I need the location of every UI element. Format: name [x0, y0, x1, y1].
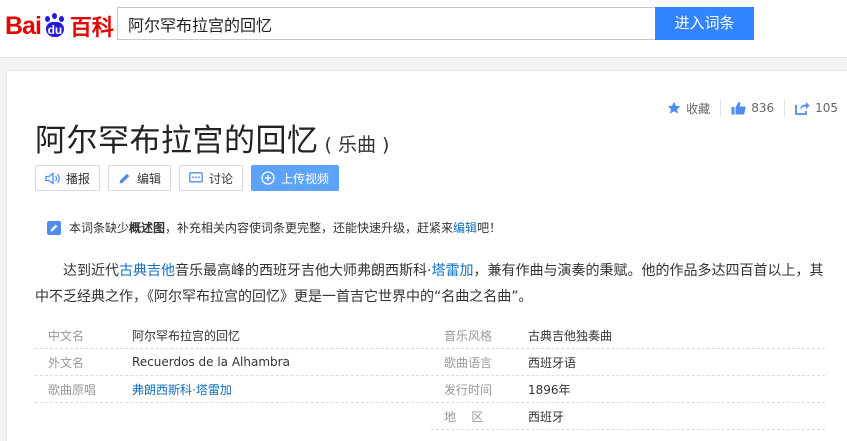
info-column-left: 中文名 阿尔罕布拉宫的回忆 外文名 Recuerdos de la Alhamb…	[35, 322, 429, 403]
info-value: 古典吉他独奏曲	[528, 328, 613, 343]
entry-card: 收藏 836 105 阿尔罕布拉宫的回忆( 乐曲 ) 播报 编辑 讨论 上传视频	[6, 70, 847, 441]
broadcast-button[interactable]: 播报	[35, 165, 101, 191]
speaker-icon	[45, 171, 60, 185]
broadcast-label: 播报	[66, 171, 91, 186]
notice-overview-image: 概述图	[129, 221, 166, 235]
info-label: 音乐风格	[444, 328, 493, 343]
info-value: Recuerdos de la Alhambra	[132, 355, 290, 369]
comment-icon	[189, 171, 203, 182]
info-row: 中文名 阿尔罕布拉宫的回忆	[35, 322, 429, 349]
thumbs-up-icon	[731, 102, 746, 115]
entry-title-main: 阿尔罕布拉宫的回忆	[35, 123, 319, 159]
info-label: 地 区	[444, 409, 484, 424]
logo-baike-text: 百科	[69, 16, 114, 41]
favorite-button[interactable]: 收藏	[657, 99, 720, 117]
notice-text-3: 吧！	[477, 221, 502, 235]
basic-info-table: 中文名 阿尔罕布拉宫的回忆 外文名 Recuerdos de la Alhamb…	[35, 322, 837, 441]
discuss-button[interactable]: 讨论	[179, 165, 244, 191]
logo-du-text: du	[45, 22, 64, 37]
edit-button[interactable]: 编辑	[108, 165, 172, 191]
share-icon	[795, 102, 810, 115]
info-label: 发行时间	[444, 382, 493, 397]
info-value: 西班牙语	[528, 355, 577, 370]
entry-actions: 收藏 836 105	[657, 99, 847, 117]
summary-text-2: 音乐最高峰的西班牙吉他大师弗朗西斯科·	[175, 263, 432, 279]
share-count: 105	[815, 101, 838, 115]
plus-circle-icon	[261, 171, 275, 185]
pencil-icon	[119, 173, 130, 183]
info-label: 歌曲语言	[444, 355, 493, 370]
baidu-baike-logo[interactable]: Bai du 百科	[5, 8, 114, 44]
favorite-label: 收藏	[686, 101, 711, 116]
edit-label: 编辑	[137, 171, 162, 186]
missing-image-notice: 本词条缺少 概述图 ，补充相关内容使词条更完整，还能快速升级，赶紧来 编辑 吧！	[47, 219, 501, 236]
notice-text-2: ，补充相关内容使词条更完整，还能快速升级，赶紧来	[165, 221, 454, 235]
search-input[interactable]	[117, 7, 655, 40]
discuss-label: 讨论	[209, 171, 234, 186]
info-value: 1896年	[528, 382, 571, 397]
info-row: 外文名 Recuerdos de la Alhambra	[35, 349, 429, 376]
star-icon	[667, 101, 681, 114]
entry-subtitle: ( 乐曲 )	[324, 134, 390, 156]
notice-edit-link[interactable]: 编辑	[453, 219, 477, 236]
upload-video-label: 上传视频	[281, 171, 330, 186]
like-button[interactable]: 836	[720, 99, 784, 117]
entry-toolbar: 播报 编辑 讨论 上传视频	[35, 165, 347, 191]
entry-title: 阿尔罕布拉宫的回忆( 乐曲 )	[35, 115, 389, 160]
info-label: 歌曲原唱	[48, 382, 97, 397]
upload-video-button[interactable]: 上传视频	[251, 165, 340, 191]
info-column-right: 音乐风格 古典吉他独奏曲 歌曲语言 西班牙语 发行时间 1896年 地 区 西班…	[431, 322, 825, 430]
tarrega-link[interactable]: 塔雷加	[431, 263, 473, 279]
paw-icon: du	[42, 13, 68, 39]
like-count: 836	[751, 101, 775, 115]
enter-entry-button[interactable]: 进入词条	[655, 7, 754, 40]
edit-notice-icon	[47, 220, 61, 235]
share-button[interactable]: 105	[784, 99, 847, 117]
info-row: 地 区 西班牙	[431, 403, 825, 430]
info-row: 歌曲原唱 弗朗西斯科·塔雷加	[35, 376, 429, 403]
entry-summary: 达到近代古典吉他音乐最高峰的西班牙吉他大师弗朗西斯科·塔雷加，兼有作曲与演奏的秉…	[35, 258, 835, 310]
info-label: 外文名	[48, 355, 85, 370]
info-row: 音乐风格 古典吉他独奏曲	[431, 322, 825, 349]
summary-text-1: 达到近代	[63, 263, 119, 279]
original-singer-link[interactable]: 弗朗西斯科·塔雷加	[132, 381, 232, 398]
info-row: 歌曲语言 西班牙语	[431, 349, 825, 376]
info-label: 中文名	[48, 328, 85, 343]
info-row: 发行时间 1896年	[431, 376, 825, 403]
logo-bai-text: Bai	[5, 11, 42, 40]
notice-text-1: 本词条缺少	[69, 221, 130, 235]
info-value: 西班牙	[528, 409, 565, 424]
top-bar: Bai du 百科 进入词条	[0, 0, 847, 58]
info-value: 阿尔罕布拉宫的回忆	[132, 328, 241, 343]
classical-guitar-link[interactable]: 古典吉他	[119, 263, 175, 279]
